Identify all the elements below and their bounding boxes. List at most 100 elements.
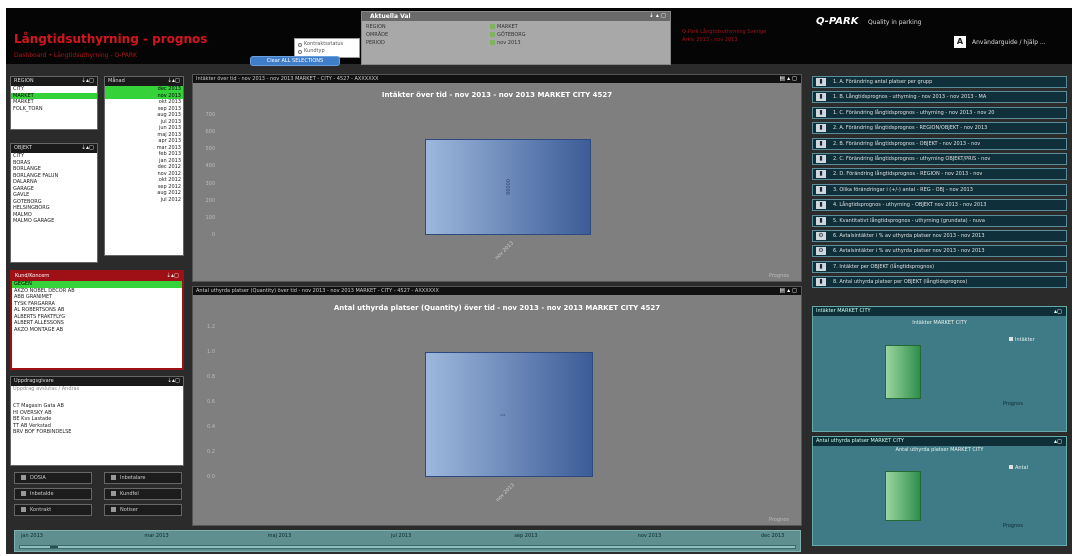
y-tick-label: 0.8 [207,374,215,380]
selection-mark-icon [490,32,495,37]
report-button[interactable]: ▮ 1. A. Förändring antal platser per grup… [812,76,1067,88]
list-item[interactable]: jul 2012 [105,197,183,204]
y-tick-label: 300 [205,180,215,187]
view-option[interactable]: Kontraktsstatus [298,41,356,48]
panel-controls[interactable]: ⇣ ▴ ◻ [649,12,666,19]
mini-chart-intakter: Intäkter MARKET CITY ▴◻ Intäkter MARKET C… [812,306,1067,432]
app-subtitle: Dashboard • Långtidsuthyrning - Q-PARK [14,52,137,59]
mini-chart-caption: Intäkter MARKET CITY ▴◻ [813,307,1066,316]
panel-controls-icon[interactable]: ▴◻ [1054,437,1062,446]
report-button[interactable]: ▮ 2. D. Förändring långtidsprognos - REGI… [812,168,1067,181]
listbox-objekt: OBJEKT ⇣▴◻ CITY BORÅS BORLÄNGE BORLÄNGE FALU… [10,143,98,263]
small-button[interactable]: Inbetalde [14,488,92,500]
chart-title: Antal uthyrda platser (Quantity) över ti… [333,304,661,312]
listbox-uppdrag: Uppdragsgivare ⇣▴◻ Uppdrag avslutas / Änd… [10,376,184,466]
timeline-slider[interactable]: jan 2013 mar 2013 maj 2013 jul 2013 sep 2013… [14,530,801,552]
panel-controls-icon[interactable]: ▴◻ [1054,307,1062,316]
report-button[interactable]: ▮ 1. B. Långtidsprognos - uthyrning - nov… [812,91,1067,104]
y-tick-label: 500 [205,146,215,153]
selection-field: OMRÅDE [366,32,389,38]
timeline-label: mar 2013 [144,533,169,539]
y-tick-label: 200 [205,197,215,204]
report-button[interactable]: ▮ 8. Antal uthyrda platser per OBJEKT (lå… [812,276,1067,289]
radio-icon[interactable] [298,49,302,54]
report-button[interactable]: ▮ 7. Intäkter per OBJEKT (långtidsprognos… [812,260,1067,273]
small-button[interactable]: Kontrakt [14,504,92,516]
timeline-label: jul 2013 [391,533,412,539]
y-tick-label: 1.0 [207,349,215,355]
selection-value[interactable]: nov 2013 [490,40,521,46]
current-selections-title: Aktuella Val ⇣ ▴ ◻ [362,12,670,21]
chart-panel-antal: Antal uthyrda platser (Quantity) över ti… [192,286,802,526]
x-category-label: nov 2013 [495,482,516,504]
listbox-controls-icon[interactable]: ⇣▴◻ [167,377,180,384]
report-button[interactable]: ▮ 2. A. Förändring långtidsprognos - REGI… [812,122,1067,135]
report-button[interactable]: ▮ 2. C. Förändring långtidsprognos - uthy… [812,153,1067,165]
chart-controls-icon[interactable]: ▤ ▴ ◻ [780,75,797,83]
help-icon[interactable]: A [954,36,966,48]
chart-bar[interactable]: 1 [425,352,593,477]
report-button[interactable]: ⚙ 6. Avtalsintäkter i % av uthyrda platse… [812,245,1067,258]
current-selections-panel: Aktuella Val ⇣ ▴ ◻ REGION OMRÅDE PERIOD … [361,11,671,65]
clear-all-button[interactable]: Clear ALL SELECTIONS [250,56,340,66]
chart-icon: ▮ [816,93,826,102]
legend-swatch-icon [1009,465,1013,469]
selection-value[interactable]: GÖTEBORG [490,32,526,38]
report-button[interactable]: ▮ 2. B. Förändring långtidsprognos - OBJE… [812,137,1067,150]
bar-data-label: 96000 [505,179,512,195]
radio-icon[interactable] [298,42,302,47]
report-button[interactable]: ▮ 3. Olika förändringar i (+/-) antal - R… [812,183,1067,196]
mini-chart-footer: Prognos [1003,523,1023,529]
button-square-icon [111,475,116,480]
report-button[interactable]: ▮ 4. Långtidsprognos - uthyrning - OBJEKT… [812,199,1067,212]
help-link[interactable]: Användarguide / hjälp ... [972,39,1046,46]
view-option[interactable]: Kundtyp [298,48,356,55]
small-button[interactable]: Notiser [104,504,182,516]
report-button[interactable]: ▮ 5. Kvantitativt långtidsprognos - uthyr… [812,214,1067,227]
timeline-track[interactable] [19,545,796,549]
view-options-box[interactable]: Kontraktsstatus Kundtyp [294,38,360,58]
mini-bar [885,345,921,399]
chart-footer: Prognos [769,273,789,279]
y-tick-label: 0.4 [207,424,215,430]
x-category-label: nov 2013 [494,240,515,262]
dashboard-window: Långtidsuthyrning - prognos Dashboard • … [6,8,1072,554]
y-tick-label: 0.2 [207,449,215,455]
mini-chart-antal: Antal uthyrda platser MARKET CITY ▴◻ Anta… [812,436,1067,546]
small-button[interactable]: Inbetalare [104,472,182,484]
listbox-caption: Uppdragsgivare ⇣▴◻ [11,377,183,386]
list-item[interactable]: MALMÖ GARAGE [11,218,97,225]
timeline-thumb[interactable] [50,546,58,548]
mini-legend: Intäkter [1009,337,1035,343]
listbox-controls-icon[interactable]: ⇣▴◻ [167,77,180,84]
report-button[interactable]: ▮ 1. C. Förändring långtidsprognos - uthy… [812,106,1067,119]
chart-bar[interactable]: 96000 [425,139,591,235]
qpark-logo: Q-PARK [816,16,859,27]
button-square-icon [21,507,26,512]
chart-icon: ▮ [816,108,826,117]
listbox-controls-icon[interactable]: ⇣▴◻ [166,272,179,279]
mini-chart-footer: Prognos [1003,401,1023,407]
small-button[interactable]: Kundfel [104,488,182,500]
small-button[interactable]: DOSIA [14,472,92,484]
chart-icon: ▮ [816,216,826,225]
selection-value[interactable]: MARKET [490,24,518,30]
listbox-caption: Månad ⇣▴◻ [105,77,183,86]
chart-controls-icon[interactable]: ▤ ▴ ◻ [780,287,797,295]
settings-icon: ⚙ [816,232,826,240]
listbox-controls-icon[interactable]: ⇣▴◻ [81,144,94,151]
chart-icon: ▮ [816,78,826,86]
list-item[interactable]: FOLK_TORN [11,106,97,113]
y-tick-label: 0.0 [207,474,215,480]
chart-caption: Antal uthyrda platser (Quantity) över ti… [193,287,801,295]
chart-icon: ▮ [816,170,826,179]
report-button[interactable]: ⚙ 6. Avtalsintäkter i % av uthyrda platse… [812,230,1067,242]
list-item[interactable]: BRV BOF FÖRBINDELSE [11,429,183,436]
chart-icon: ▮ [816,201,826,210]
list-item[interactable]: AKZO MONTAGE AB [12,327,182,334]
settings-icon: ⚙ [816,247,826,256]
chart-icon: ▮ [816,139,826,148]
timeline-label: dec 2013 [761,533,785,539]
button-square-icon [21,475,26,480]
listbox-controls-icon[interactable]: ⇣▴◻ [81,77,94,84]
